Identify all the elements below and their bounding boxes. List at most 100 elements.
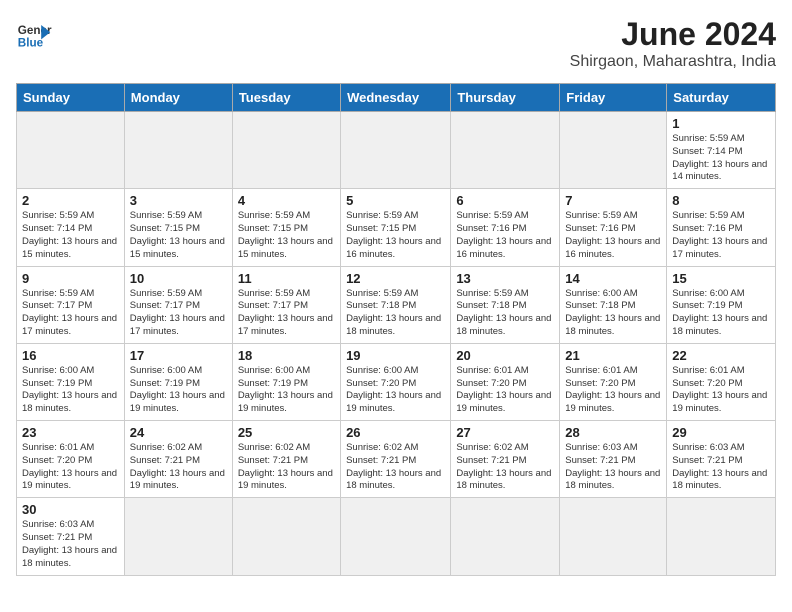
column-header-monday: Monday xyxy=(124,84,232,112)
day-detail: Sunrise: 6:00 AM Sunset: 7:19 PM Dayligh… xyxy=(130,365,227,416)
calendar-cell: 5 Sunrise: 5:59 AM Sunset: 7:15 PM Daylig… xyxy=(341,189,451,266)
day-detail: Sunrise: 6:00 AM Sunset: 7:20 PM Dayligh… xyxy=(346,365,445,416)
calendar-cell xyxy=(124,112,232,189)
day-detail: Sunrise: 6:00 AM Sunset: 7:19 PM Dayligh… xyxy=(672,288,770,339)
calendar-cell xyxy=(124,498,232,575)
logo: General Blue xyxy=(16,16,52,52)
calendar-cell: 24 Sunrise: 6:02 AM Sunset: 7:21 PM Dayli… xyxy=(124,421,232,498)
day-number: 13 xyxy=(456,271,554,286)
calendar-cell: 23Sunrise: 6:01 AM Sunset: 7:20 PM Dayli… xyxy=(17,421,125,498)
day-detail: Sunrise: 5:59 AM Sunset: 7:18 PM Dayligh… xyxy=(346,288,445,339)
day-detail: Sunrise: 5:59 AM Sunset: 7:15 PM Dayligh… xyxy=(130,210,227,261)
calendar-cell: 21Sunrise: 6:01 AM Sunset: 7:20 PM Dayli… xyxy=(560,343,667,420)
calendar-cell: 1Sunrise: 5:59 AM Sunset: 7:14 PM Daylig… xyxy=(667,112,776,189)
day-detail: Sunrise: 5:59 AM Sunset: 7:17 PM Dayligh… xyxy=(238,288,335,339)
day-detail: Sunrise: 6:03 AM Sunset: 7:21 PM Dayligh… xyxy=(565,442,661,493)
calendar-cell xyxy=(341,112,451,189)
day-number: 16 xyxy=(22,348,119,363)
day-detail: Sunrise: 5:59 AM Sunset: 7:17 PM Dayligh… xyxy=(130,288,227,339)
day-number: 20 xyxy=(456,348,554,363)
day-detail: Sunrise: 6:01 AM Sunset: 7:20 PM Dayligh… xyxy=(565,365,661,416)
calendar-cell xyxy=(560,112,667,189)
page-title: June 2024 xyxy=(570,16,776,53)
day-number: 6 xyxy=(456,193,554,208)
calendar-cell xyxy=(232,498,340,575)
calendar-cell xyxy=(451,498,560,575)
day-number: 12 xyxy=(346,271,445,286)
day-detail: Sunrise: 5:59 AM Sunset: 7:15 PM Dayligh… xyxy=(346,210,445,261)
calendar-cell: 4 Sunrise: 5:59 AM Sunset: 7:15 PM Daylig… xyxy=(232,189,340,266)
week-row-1: 1Sunrise: 5:59 AM Sunset: 7:14 PM Daylig… xyxy=(17,112,776,189)
calendar-cell: 27 Sunrise: 6:02 AM Sunset: 7:21 PM Dayli… xyxy=(451,421,560,498)
day-number: 7 xyxy=(565,193,661,208)
calendar-cell: 26Sunrise: 6:02 AM Sunset: 7:21 PM Dayli… xyxy=(341,421,451,498)
day-detail: Sunrise: 5:59 AM Sunset: 7:16 PM Dayligh… xyxy=(565,210,661,261)
day-detail: Sunrise: 6:00 AM Sunset: 7:19 PM Dayligh… xyxy=(22,365,119,416)
column-header-wednesday: Wednesday xyxy=(341,84,451,112)
page-subtitle: Shirgaon, Maharashtra, India xyxy=(570,53,776,71)
calendar-cell: 19 Sunrise: 6:00 AM Sunset: 7:20 PM Dayli… xyxy=(341,343,451,420)
day-detail: Sunrise: 5:59 AM Sunset: 7:17 PM Dayligh… xyxy=(22,288,119,339)
day-number: 1 xyxy=(672,116,770,131)
calendar-cell: 22Sunrise: 6:01 AM Sunset: 7:20 PM Dayli… xyxy=(667,343,776,420)
day-number: 30 xyxy=(22,502,119,517)
calendar-cell: 14Sunrise: 6:00 AM Sunset: 7:18 PM Dayli… xyxy=(560,266,667,343)
week-row-4: 16 Sunrise: 6:00 AM Sunset: 7:19 PM Dayli… xyxy=(17,343,776,420)
header-row: SundayMondayTuesdayWednesdayThursdayFrid… xyxy=(17,84,776,112)
calendar-cell xyxy=(667,498,776,575)
svg-text:Blue: Blue xyxy=(18,37,44,50)
day-number: 5 xyxy=(346,193,445,208)
day-number: 25 xyxy=(238,425,335,440)
calendar-cell xyxy=(232,112,340,189)
calendar-cell xyxy=(17,112,125,189)
calendar-cell: 2Sunrise: 5:59 AM Sunset: 7:14 PM Daylig… xyxy=(17,189,125,266)
day-number: 27 xyxy=(456,425,554,440)
calendar-cell: 6 Sunrise: 5:59 AM Sunset: 7:16 PM Daylig… xyxy=(451,189,560,266)
day-number: 14 xyxy=(565,271,661,286)
column-header-tuesday: Tuesday xyxy=(232,84,340,112)
day-number: 11 xyxy=(238,271,335,286)
day-number: 10 xyxy=(130,271,227,286)
day-detail: Sunrise: 5:59 AM Sunset: 7:15 PM Dayligh… xyxy=(238,210,335,261)
week-row-3: 9 Sunrise: 5:59 AM Sunset: 7:17 PM Daylig… xyxy=(17,266,776,343)
day-number: 4 xyxy=(238,193,335,208)
column-header-sunday: Sunday xyxy=(17,84,125,112)
calendar-cell xyxy=(341,498,451,575)
logo-icon: General Blue xyxy=(16,16,52,52)
column-header-thursday: Thursday xyxy=(451,84,560,112)
calendar-cell: 29Sunrise: 6:03 AM Sunset: 7:21 PM Dayli… xyxy=(667,421,776,498)
day-number: 18 xyxy=(238,348,335,363)
calendar-cell: 8 Sunrise: 5:59 AM Sunset: 7:16 PM Daylig… xyxy=(667,189,776,266)
day-number: 8 xyxy=(672,193,770,208)
week-row-5: 23Sunrise: 6:01 AM Sunset: 7:20 PM Dayli… xyxy=(17,421,776,498)
day-number: 17 xyxy=(130,348,227,363)
day-number: 23 xyxy=(22,425,119,440)
column-header-saturday: Saturday xyxy=(667,84,776,112)
calendar-cell: 15 Sunrise: 6:00 AM Sunset: 7:19 PM Dayli… xyxy=(667,266,776,343)
day-number: 24 xyxy=(130,425,227,440)
week-row-6: 30Sunrise: 6:03 AM Sunset: 7:21 PM Dayli… xyxy=(17,498,776,575)
day-detail: Sunrise: 6:01 AM Sunset: 7:20 PM Dayligh… xyxy=(672,365,770,416)
column-header-friday: Friday xyxy=(560,84,667,112)
day-detail: Sunrise: 5:59 AM Sunset: 7:16 PM Dayligh… xyxy=(672,210,770,261)
day-number: 2 xyxy=(22,193,119,208)
day-detail: Sunrise: 6:02 AM Sunset: 7:21 PM Dayligh… xyxy=(346,442,445,493)
day-number: 19 xyxy=(346,348,445,363)
week-row-2: 2Sunrise: 5:59 AM Sunset: 7:14 PM Daylig… xyxy=(17,189,776,266)
calendar-cell: 10 Sunrise: 5:59 AM Sunset: 7:17 PM Dayli… xyxy=(124,266,232,343)
day-detail: Sunrise: 6:02 AM Sunset: 7:21 PM Dayligh… xyxy=(130,442,227,493)
day-number: 9 xyxy=(22,271,119,286)
day-detail: Sunrise: 6:02 AM Sunset: 7:21 PM Dayligh… xyxy=(456,442,554,493)
calendar-cell: 11 Sunrise: 5:59 AM Sunset: 7:17 PM Dayli… xyxy=(232,266,340,343)
calendar-cell: 16 Sunrise: 6:00 AM Sunset: 7:19 PM Dayli… xyxy=(17,343,125,420)
day-detail: Sunrise: 5:59 AM Sunset: 7:16 PM Dayligh… xyxy=(456,210,554,261)
day-number: 29 xyxy=(672,425,770,440)
header: General Blue June 2024 Shirgaon, Maharas… xyxy=(16,16,776,71)
day-detail: Sunrise: 6:01 AM Sunset: 7:20 PM Dayligh… xyxy=(456,365,554,416)
day-detail: Sunrise: 6:02 AM Sunset: 7:21 PM Dayligh… xyxy=(238,442,335,493)
day-number: 28 xyxy=(565,425,661,440)
calendar-cell: 3Sunrise: 5:59 AM Sunset: 7:15 PM Daylig… xyxy=(124,189,232,266)
day-number: 15 xyxy=(672,271,770,286)
calendar-cell xyxy=(451,112,560,189)
calendar-table: SundayMondayTuesdayWednesdayThursdayFrid… xyxy=(16,83,776,576)
